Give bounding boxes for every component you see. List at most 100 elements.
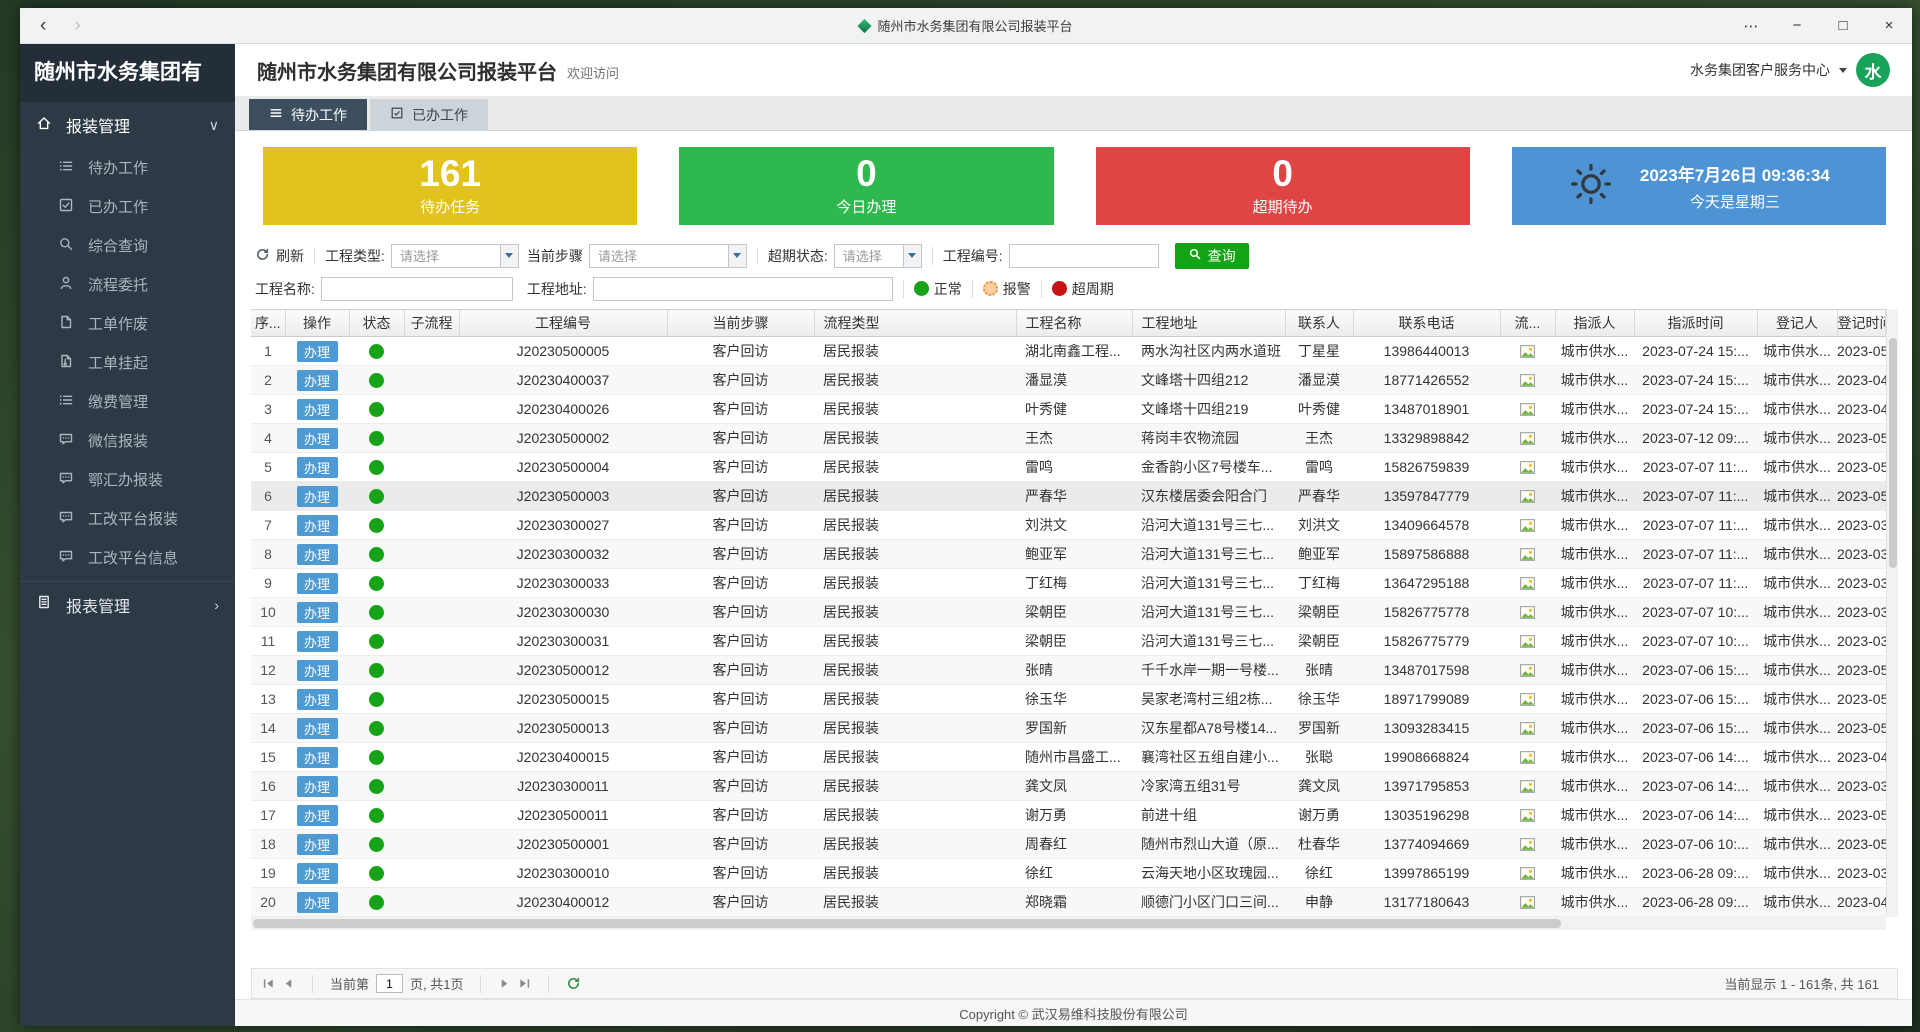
handle-button[interactable]: 办理 bbox=[297, 863, 338, 884]
back-icon[interactable]: ‹ bbox=[40, 15, 46, 37]
flow-image-icon[interactable] bbox=[1519, 865, 1536, 882]
flow-image-icon[interactable] bbox=[1519, 691, 1536, 708]
tab-todo-work[interactable]: 待办工作 bbox=[249, 99, 367, 130]
table-row[interactable]: 12 办理 J20230500012 客户回访 居民报装 张晴 千千水岸一期一号… bbox=[251, 656, 1886, 685]
project-code-input[interactable] bbox=[1009, 244, 1159, 268]
flow-image-icon[interactable] bbox=[1519, 604, 1536, 621]
table-row[interactable]: 16 办理 J20230300011 客户回访 居民报装 龚文凤 冷家湾五组31… bbox=[251, 772, 1886, 801]
sidebar-section-baozhuang[interactable]: 报装管理 ∨ bbox=[20, 102, 235, 148]
column-header[interactable]: 工程名称 bbox=[1016, 310, 1132, 337]
table-row[interactable]: 11 办理 J20230300031 客户回访 居民报装 梁朝臣 沿河大道131… bbox=[251, 627, 1886, 656]
column-header[interactable]: 联系电话 bbox=[1353, 310, 1500, 337]
prev-page-icon[interactable] bbox=[282, 977, 295, 990]
sidebar-item-待办工作[interactable]: 待办工作 bbox=[20, 148, 235, 187]
minimize-icon[interactable]: − bbox=[1774, 8, 1820, 43]
flow-image-icon[interactable] bbox=[1519, 662, 1536, 679]
flow-image-icon[interactable] bbox=[1519, 372, 1536, 389]
column-header[interactable]: 操作 bbox=[285, 310, 349, 337]
handle-button[interactable]: 办理 bbox=[297, 341, 338, 362]
sidebar-section-reports[interactable]: 报表管理 › bbox=[20, 581, 235, 627]
handle-button[interactable]: 办理 bbox=[297, 892, 338, 913]
column-header[interactable]: 序... bbox=[251, 310, 285, 337]
column-header[interactable]: 指派人 bbox=[1555, 310, 1634, 337]
sidebar-item-已办工作[interactable]: 已办工作 bbox=[20, 187, 235, 226]
card-today-handled[interactable]: 0 今日办理 bbox=[679, 147, 1053, 225]
handle-button[interactable]: 办理 bbox=[297, 805, 338, 826]
column-header[interactable]: 状态 bbox=[349, 310, 404, 337]
sidebar-item-工单挂起[interactable]: 工单挂起 bbox=[20, 343, 235, 382]
table-row[interactable]: 6 办理 J20230500003 客户回访 居民报装 严春华 汉东楼居委会阳合… bbox=[251, 482, 1886, 511]
more-options-icon[interactable]: ⋯ bbox=[1728, 8, 1774, 43]
column-header[interactable]: 指派时间 bbox=[1634, 310, 1757, 337]
table-row[interactable]: 10 办理 J20230300030 客户回访 居民报装 梁朝臣 沿河大道131… bbox=[251, 598, 1886, 627]
flow-image-icon[interactable] bbox=[1519, 459, 1536, 476]
table-row[interactable]: 5 办理 J20230500004 客户回访 居民报装 雷鸣 金香韵小区7号楼车… bbox=[251, 453, 1886, 482]
flow-image-icon[interactable] bbox=[1519, 575, 1536, 592]
table-row[interactable]: 15 办理 J20230400015 客户回访 居民报装 随州市昌盛工... 襄… bbox=[251, 743, 1886, 772]
handle-button[interactable]: 办理 bbox=[297, 718, 338, 739]
table-row[interactable]: 1 办理 J20230500005 客户回访 居民报装 湖北南鑫工程... 两水… bbox=[251, 337, 1886, 366]
handle-button[interactable]: 办理 bbox=[297, 544, 338, 565]
project-type-select[interactable]: 请选择 bbox=[391, 244, 519, 268]
page-number-input[interactable] bbox=[376, 974, 403, 993]
search-button[interactable]: 查询 bbox=[1175, 243, 1249, 269]
handle-button[interactable]: 办理 bbox=[297, 515, 338, 536]
table-row[interactable]: 19 办理 J20230300010 客户回访 居民报装 徐红 云海天地小区玫瑰… bbox=[251, 859, 1886, 888]
column-header[interactable]: 联系人 bbox=[1285, 310, 1353, 337]
handle-button[interactable]: 办理 bbox=[297, 573, 338, 594]
flow-image-icon[interactable] bbox=[1519, 517, 1536, 534]
handle-button[interactable]: 办理 bbox=[297, 370, 338, 391]
horizontal-scrollbar[interactable] bbox=[251, 917, 1886, 930]
handle-button[interactable]: 办理 bbox=[297, 689, 338, 710]
column-header[interactable]: 当前步骤 bbox=[667, 310, 814, 337]
sidebar-item-缴费管理[interactable]: 缴费管理 bbox=[20, 382, 235, 421]
column-header[interactable]: 登记时间 bbox=[1837, 310, 1886, 337]
vertical-scrollbar[interactable] bbox=[1886, 309, 1898, 917]
last-page-icon[interactable] bbox=[518, 977, 531, 990]
table-row[interactable]: 17 办理 J20230500011 客户回访 居民报装 谢万勇 前进十组 谢万… bbox=[251, 801, 1886, 830]
avatar[interactable]: 水 bbox=[1856, 53, 1890, 87]
reload-icon[interactable] bbox=[566, 976, 581, 991]
sidebar-item-工单作废[interactable]: 工单作废 bbox=[20, 304, 235, 343]
handle-button[interactable]: 办理 bbox=[297, 631, 338, 652]
first-page-icon[interactable] bbox=[262, 977, 275, 990]
table-row[interactable]: 8 办理 J20230300032 客户回访 居民报装 鲍亚军 沿河大道131号… bbox=[251, 540, 1886, 569]
flow-image-icon[interactable] bbox=[1519, 488, 1536, 505]
next-page-icon[interactable] bbox=[498, 977, 511, 990]
flow-image-icon[interactable] bbox=[1519, 343, 1536, 360]
user-menu[interactable]: 水务集团客户服务中心 bbox=[1690, 60, 1830, 80]
caret-down-icon[interactable] bbox=[1839, 68, 1847, 73]
sidebar-item-流程委托[interactable]: 流程委托 bbox=[20, 265, 235, 304]
flow-image-icon[interactable] bbox=[1519, 546, 1536, 563]
overdue-status-select[interactable]: 请选择 bbox=[834, 244, 922, 268]
table-row[interactable]: 20 办理 J20230400012 客户回访 居民报装 郑晓霜 顺德门小区门口… bbox=[251, 888, 1886, 917]
flow-image-icon[interactable] bbox=[1519, 430, 1536, 447]
sidebar-item-工改平台信息[interactable]: 工改平台信息 bbox=[20, 538, 235, 577]
table-row[interactable]: 2 办理 J20230400037 客户回访 居民报装 潘显漠 文峰塔十四组21… bbox=[251, 366, 1886, 395]
column-header[interactable]: 登记人 bbox=[1757, 310, 1837, 337]
handle-button[interactable]: 办理 bbox=[297, 747, 338, 768]
handle-button[interactable]: 办理 bbox=[297, 428, 338, 449]
flow-image-icon[interactable] bbox=[1519, 720, 1536, 737]
column-header[interactable]: 子流程 bbox=[404, 310, 459, 337]
table-row[interactable]: 4 办理 J20230500002 客户回访 居民报装 王杰 蒋岗丰农物流园 王… bbox=[251, 424, 1886, 453]
handle-button[interactable]: 办理 bbox=[297, 602, 338, 623]
column-header[interactable]: 工程地址 bbox=[1132, 310, 1285, 337]
column-header[interactable]: 流... bbox=[1500, 310, 1555, 337]
forward-icon[interactable]: › bbox=[74, 15, 80, 37]
project-address-input[interactable] bbox=[593, 277, 893, 301]
table-row[interactable]: 13 办理 J20230500015 客户回访 居民报装 徐玉华 吴家老湾村三组… bbox=[251, 685, 1886, 714]
sidebar-item-微信报装[interactable]: 微信报装 bbox=[20, 421, 235, 460]
table-row[interactable]: 9 办理 J20230300033 客户回访 居民报装 丁红梅 沿河大道131号… bbox=[251, 569, 1886, 598]
handle-button[interactable]: 办理 bbox=[297, 834, 338, 855]
horizontal-scrollbar-thumb[interactable] bbox=[253, 919, 1561, 928]
current-step-select[interactable]: 请选择 bbox=[589, 244, 747, 268]
table-row[interactable]: 7 办理 J20230300027 客户回访 居民报装 刘洪文 沿河大道131号… bbox=[251, 511, 1886, 540]
sidebar-item-鄂汇办报装[interactable]: 鄂汇办报装 bbox=[20, 460, 235, 499]
table-row[interactable]: 3 办理 J20230400026 客户回访 居民报装 叶秀健 文峰塔十四组21… bbox=[251, 395, 1886, 424]
card-overdue[interactable]: 0 超期待办 bbox=[1096, 147, 1470, 225]
close-icon[interactable]: × bbox=[1866, 8, 1912, 43]
sidebar-item-综合查询[interactable]: 综合查询 bbox=[20, 226, 235, 265]
flow-image-icon[interactable] bbox=[1519, 749, 1536, 766]
sidebar-item-工改平台报装[interactable]: 工改平台报装 bbox=[20, 499, 235, 538]
